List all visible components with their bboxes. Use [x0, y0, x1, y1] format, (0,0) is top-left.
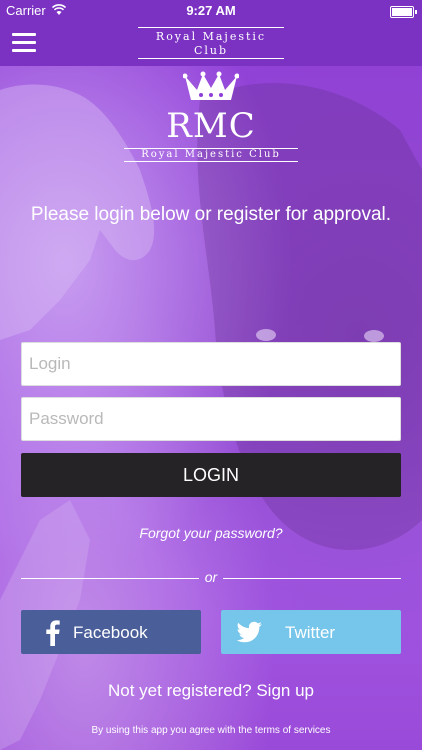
crown-icon: [183, 71, 239, 100]
divider-line-right: [223, 578, 401, 579]
twitter-icon: [236, 621, 262, 643]
password-input[interactable]: [22, 398, 400, 440]
facebook-button-label: Facebook: [73, 623, 148, 642]
or-divider: or: [21, 569, 401, 587]
nav-title-line2: Club: [193, 44, 229, 57]
intro-text: Please login below or register for appro…: [30, 204, 392, 225]
hamburger-menu-icon[interactable]: [12, 33, 36, 53]
rmc-logo: RMC Royal Majestic Club: [120, 70, 302, 166]
facebook-icon: [46, 620, 60, 646]
navigation-bar: Royal Majestic Club: [0, 22, 422, 66]
forgot-password-link[interactable]: Forgot your password?: [0, 525, 422, 541]
terms-text: By using this app you agree with the ter…: [91, 725, 331, 736]
divider-or-text: or: [204, 569, 218, 585]
status-bar: Carrier 9:27 AM: [0, 0, 422, 22]
login-screen: Carrier 9:27 AM Royal Majestic Club RMC …: [0, 0, 422, 750]
clock-time: 9:27 AM: [186, 3, 236, 18]
login-field[interactable]: [21, 342, 401, 386]
nav-title-line1: Royal Majestic: [155, 30, 267, 43]
nav-title-logo: Royal Majestic Club: [138, 27, 284, 59]
password-field[interactable]: [21, 397, 401, 441]
logo-mark-text: RMC: [166, 106, 256, 146]
twitter-button-label: Twitter: [285, 623, 336, 642]
signup-link[interactable]: Not yet registered? Sign up: [0, 681, 422, 701]
twitter-login-button[interactable]: Twitter: [221, 610, 401, 654]
login-input[interactable]: [22, 343, 400, 385]
battery-icon: [390, 6, 417, 18]
facebook-login-button[interactable]: Facebook: [21, 610, 201, 654]
login-button[interactable]: LOGIN: [21, 453, 401, 497]
logo-subtitle: Royal Majestic Club: [124, 148, 298, 162]
